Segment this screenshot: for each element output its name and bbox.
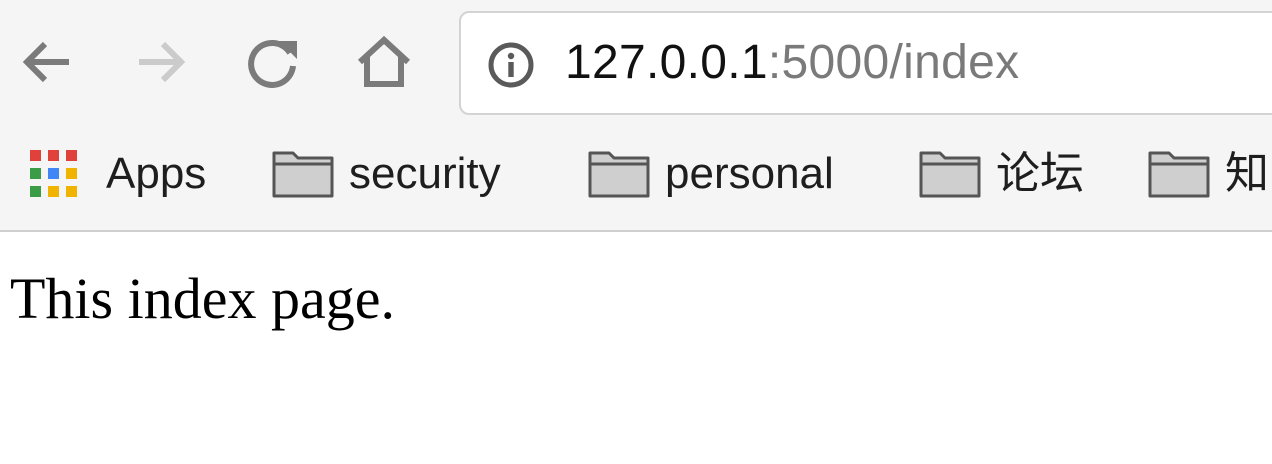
back-button[interactable] [16, 31, 78, 93]
page-body-text: This index page. [10, 266, 395, 331]
folder-icon [588, 151, 650, 198]
bookmark-label: personal [665, 149, 834, 198]
back-arrow-icon [22, 41, 69, 83]
forward-arrow-icon [139, 41, 186, 83]
reload-icon [248, 40, 297, 88]
apps-grid-icon [30, 150, 77, 197]
bookmark-apps[interactable]: Apps [28, 146, 206, 202]
forward-button[interactable] [130, 31, 192, 93]
home-icon [357, 35, 411, 87]
browser-toolbar: 127.0.0.1:5000/index [0, 0, 1272, 132]
bookmark-label: 论坛 [996, 149, 1084, 198]
url-text[interactable]: 127.0.0.1:5000/index [565, 33, 1019, 93]
bookmark-label: security [349, 149, 501, 198]
folder-icon [919, 151, 981, 198]
browser-chrome: 127.0.0.1:5000/index Apps security perso… [0, 0, 1272, 232]
bookmark-folder-zhi[interactable]: 知 [1147, 146, 1269, 202]
bookmark-apps-label: Apps [106, 149, 207, 198]
folder-icon [272, 151, 334, 198]
reload-button[interactable] [242, 31, 304, 93]
address-bar[interactable]: 127.0.0.1:5000/index [459, 11, 1272, 115]
folder-icon [1148, 151, 1210, 198]
info-icon[interactable] [487, 41, 535, 89]
bookmark-label: 知 [1225, 149, 1269, 198]
url-host: 127.0.0.1 [565, 36, 768, 89]
bookmarks-bar: Apps security personal 论坛 知 [0, 132, 1272, 228]
home-button[interactable] [353, 31, 415, 93]
bookmark-folder-personal[interactable]: personal [587, 146, 834, 202]
bookmark-folder-security[interactable]: security [271, 146, 501, 202]
url-path: :5000/index [767, 36, 1020, 89]
bookmark-folder-forum[interactable]: 论坛 [918, 146, 1084, 202]
